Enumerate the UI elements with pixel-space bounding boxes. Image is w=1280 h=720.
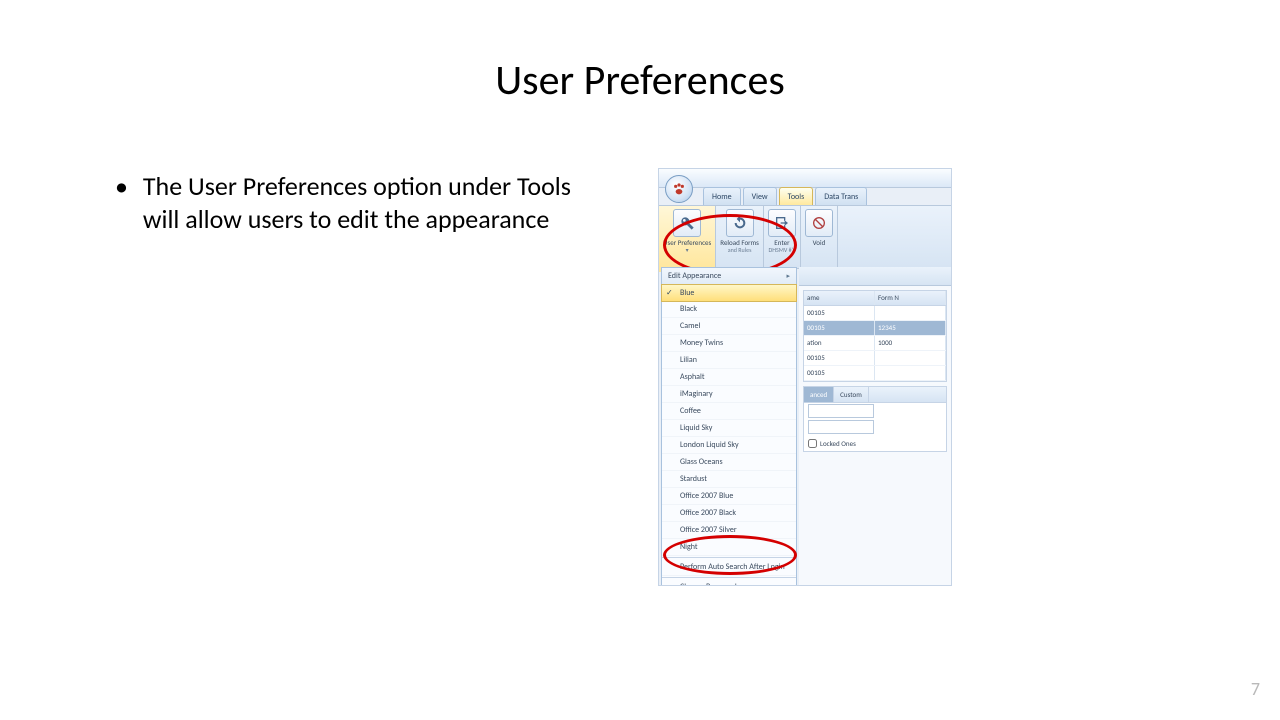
table-row[interactable]: 00105 — [804, 306, 946, 321]
grid-header[interactable]: ame — [804, 291, 875, 305]
table-row[interactable]: 00105 — [804, 366, 946, 381]
tab-data-trans[interactable]: Data Trans — [815, 187, 867, 206]
checkbox-label: Locked Ones — [820, 439, 856, 448]
ribbon-void[interactable]: Void — [801, 206, 838, 272]
app-titlebar — [659, 169, 951, 188]
dropdown-separator — [662, 557, 796, 558]
dropdown-item-blue[interactable]: Blue — [661, 284, 797, 302]
dropdown-item-stardust[interactable]: Stardust — [662, 471, 796, 488]
bullet-marker: • — [115, 170, 137, 203]
ribbon-user-preferences[interactable]: User Preferences▾ — [659, 206, 716, 272]
dropdown-item-black[interactable]: Black — [662, 301, 796, 318]
panel-tab-anced[interactable]: anced — [804, 387, 834, 402]
dropdown-item-office-2007-silver[interactable]: Office 2007 Silver — [662, 522, 796, 539]
dropdown-header[interactable]: Edit Appearance ▸ — [662, 268, 796, 285]
panel-text-input[interactable] — [808, 420, 874, 434]
dropdown-item-liquid-sky[interactable]: Liquid Sky — [662, 420, 796, 437]
tab-view[interactable]: View — [743, 187, 777, 206]
dropdown-item-imaginary[interactable]: iMaginary — [662, 386, 796, 403]
ribbon: User Preferences▾Reload Formsand RulesEn… — [659, 205, 951, 269]
reload-icon — [726, 209, 754, 237]
ribbon-label: Reload Forms — [720, 239, 759, 246]
dropdown-item-london-liquid-sky[interactable]: London Liquid Sky — [662, 437, 796, 454]
bullet-item: • The User Preferences option under Tool… — [115, 170, 585, 235]
app-logo-icon[interactable] — [665, 175, 693, 203]
dropdown-item-coffee[interactable]: Coffee — [662, 403, 796, 420]
locked-ones-checkbox[interactable] — [808, 439, 817, 448]
slide-title: User Preferences — [0, 55, 1280, 106]
background-content: ameForm N 001050010512345ation1000001050… — [799, 267, 951, 585]
dropdown-item-office-2007-black[interactable]: Office 2007 Black — [662, 505, 796, 522]
dropdown-item-glass-oceans[interactable]: Glass Oceans — [662, 454, 796, 471]
tab-tools[interactable]: Tools — [779, 187, 814, 206]
secondary-toolbar — [799, 267, 951, 286]
paw-icon — [671, 181, 687, 197]
dropdown-item-office-2007-blue[interactable]: Office 2007 Blue — [662, 488, 796, 505]
table-row[interactable]: ation1000 — [804, 336, 946, 351]
embedded-screenshot: HomeViewToolsData Trans User Preferences… — [658, 168, 952, 586]
data-grid[interactable]: ameForm N 001050010512345ation1000001050… — [803, 290, 947, 382]
dropdown-item-lilian[interactable]: Lilian — [662, 352, 796, 369]
dropdown-item-night[interactable]: Night — [662, 539, 796, 556]
dropdown-separator — [662, 577, 796, 578]
dropdown-item-camel[interactable]: Camel — [662, 318, 796, 335]
detail-panel: ancedCustom Locked Ones — [803, 386, 947, 452]
table-row[interactable]: 00105 — [804, 351, 946, 366]
panel-row — [804, 403, 946, 419]
page-number: 7 — [1251, 678, 1260, 700]
chevron-down-icon: ▾ — [686, 246, 689, 254]
ribbon-tabs: HomeViewToolsData Trans — [703, 187, 869, 205]
dropdown-item-change-password[interactable]: Change Password — [662, 579, 796, 586]
panel-row: Locked Ones — [804, 435, 946, 451]
panel-row — [804, 419, 946, 435]
bullet-text: The User Preferences option under Tools … — [143, 170, 583, 235]
wrench-icon — [673, 209, 701, 237]
grid-header[interactable]: Form N — [875, 291, 946, 305]
enter-icon — [768, 209, 796, 237]
ribbon-label: Enter — [774, 239, 789, 246]
chevron-right-icon: ▸ — [786, 268, 790, 284]
ribbon-label: Void — [813, 239, 826, 246]
ribbon-label: User Preferences — [663, 239, 711, 246]
dropdown-item-asphalt[interactable]: Asphalt — [662, 369, 796, 386]
panel-text-input[interactable] — [808, 404, 874, 418]
dropdown-item-money-twins[interactable]: Money Twins — [662, 335, 796, 352]
dropdown-header-label: Edit Appearance — [668, 268, 721, 284]
dropdown-item-perform-auto-search-after-login[interactable]: Perform Auto Search After Login — [662, 559, 796, 576]
ribbon-enter[interactable]: EnterDHSMV #'s — [764, 206, 801, 272]
tab-home[interactable]: Home — [703, 187, 741, 206]
panel-tab-custom[interactable]: Custom — [834, 387, 869, 402]
void-icon — [805, 209, 833, 237]
table-row[interactable]: 0010512345 — [804, 321, 946, 336]
ribbon-reload-forms[interactable]: Reload Formsand Rules — [716, 206, 764, 272]
user-preferences-dropdown[interactable]: Edit Appearance ▸ BlueBlackCamelMoney Tw… — [661, 267, 797, 586]
